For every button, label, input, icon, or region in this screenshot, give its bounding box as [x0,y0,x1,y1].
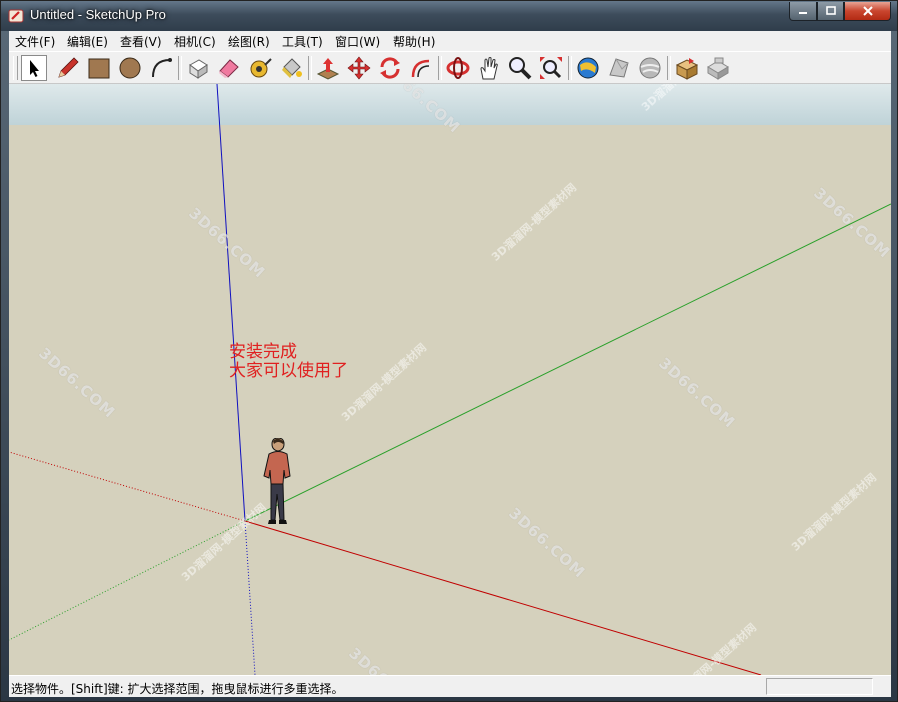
toolbar-separator [438,56,442,80]
pencil-icon [58,57,79,78]
toolbar-separator [568,56,572,80]
menu-tools[interactable]: 工具(T) [282,33,323,50]
google-earth-button[interactable] [637,55,663,81]
orbit-icon [446,57,470,79]
note-line-2: 大家可以使用了 [229,361,348,381]
make-component-button[interactable] [185,55,211,81]
offset-icon [411,59,430,78]
window-title: Untitled - SketchUp Pro [30,7,166,22]
status-text: 选择物件。[Shift]键: 扩大选择范围，拖曳鼠标进行多重选择。 [11,682,344,696]
menu-bar: 文件(F) 编辑(E) 查看(V) 相机(C) 绘图(R) 工具(T) 窗口(W… [9,31,891,51]
offset-tool-button[interactable] [408,55,434,81]
menu-file[interactable]: 文件(F) [15,33,55,50]
box-icon [675,58,699,80]
arrow-cursor-icon [30,60,39,77]
rotate-tool-button[interactable] [377,55,403,81]
earth-icon [639,57,661,79]
title-bar[interactable]: Untitled - SketchUp Pro [1,1,897,31]
red-axis-negative [9,451,246,522]
circle-tool-button[interactable] [117,55,143,81]
component-icon [189,59,208,79]
circle-icon [119,57,141,79]
measurements-box[interactable] [766,678,873,695]
rectangle-icon [88,58,110,79]
menu-view[interactable]: 查看(V) [120,33,162,50]
blue-axis-positive [216,84,246,522]
red-axis-positive [244,520,762,675]
share-model-icon [609,58,629,78]
menu-window[interactable]: 窗口(W) [335,33,380,50]
pan-tool-button[interactable] [476,55,502,81]
globe-icon [577,57,599,79]
sketchup-logo-icon [8,9,24,23]
arc-icon [152,58,172,78]
note-line-1: 安装完成 [229,342,297,362]
tape-measure-icon [250,58,272,78]
blue-axis-negative [244,520,256,675]
menu-draw[interactable]: 绘图(R) [228,33,270,50]
select-tool-button[interactable] [21,55,47,81]
hand-icon [480,57,498,80]
extension-warehouse-button[interactable] [674,55,700,81]
maximize-icon [825,6,836,15]
close-icon [862,6,873,16]
scale-figure[interactable] [259,438,295,524]
close-button[interactable] [844,2,891,21]
toolbar-separator [667,56,671,80]
zoom-extents-button[interactable] [538,55,564,81]
move-tool-button[interactable] [346,55,372,81]
menu-edit[interactable]: 编辑(E) [67,33,108,50]
layout-icon [707,57,729,80]
tape-measure-tool-button[interactable] [247,55,273,81]
sketchup-window: Untitled - SketchUp Pro 文件(F) 编辑(E) 查看(V… [0,0,898,702]
maximize-button[interactable] [817,2,844,21]
paint-bucket-icon [282,58,302,78]
menu-help[interactable]: 帮助(H) [393,33,435,50]
zoom-extents-icon [540,57,562,79]
minimize-button[interactable] [789,2,817,21]
status-bar: 选择物件。[Shift]键: 扩大选择范围，拖曳鼠标进行多重选择。 [9,675,891,697]
eraser-icon [219,59,239,78]
rectangle-tool-button[interactable] [86,55,112,81]
3d-warehouse-button[interactable] [575,55,601,81]
push-pull-icon [316,58,340,80]
move-icon [347,56,371,80]
share-model-button[interactable] [606,55,632,81]
eraser-tool-button[interactable] [216,55,242,81]
push-pull-tool-button[interactable] [315,55,341,81]
minimize-icon [799,12,807,14]
toolbar-separator [308,56,312,80]
install-complete-note: 安装完成 大家可以使用了 [229,343,348,381]
zoom-tool-button[interactable] [507,55,533,81]
menu-camera[interactable]: 相机(C) [174,33,216,50]
green-axis-negative [9,520,246,641]
toolbar [9,51,891,84]
arc-tool-button[interactable] [148,55,174,81]
paint-bucket-tool-button[interactable] [278,55,304,81]
toolbar-separator [178,56,182,80]
rotate-icon [380,57,400,79]
pencil-tool-button[interactable] [55,55,81,81]
axes-layer [9,84,891,675]
zoom-icon [509,57,532,80]
toolbar-grip[interactable] [13,56,18,80]
layout-button[interactable] [705,55,731,81]
orbit-tool-button[interactable] [445,55,471,81]
drawing-area[interactable]: 3D66.COM 3D66.COM 3D66.COM 3D66.COM 3D66… [9,84,891,675]
